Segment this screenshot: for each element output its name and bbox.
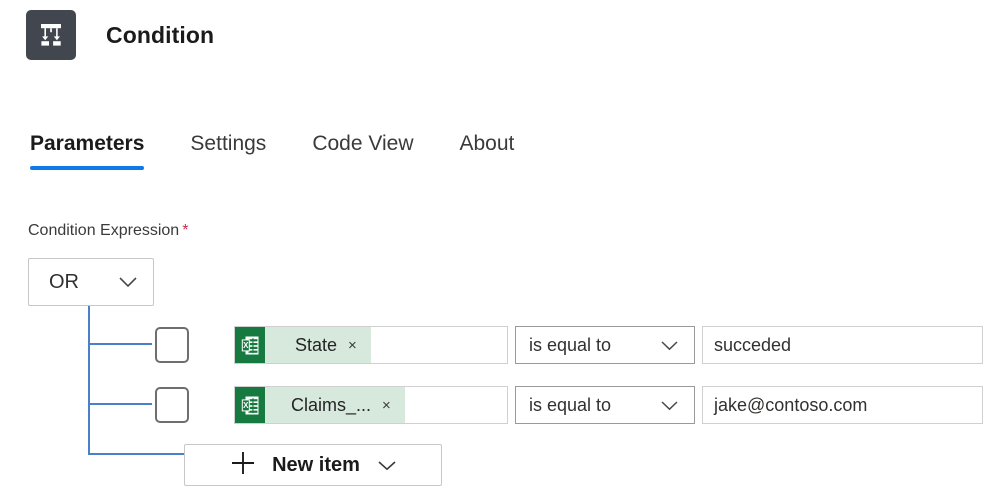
excel-icon: X bbox=[235, 387, 265, 423]
group-operator-select[interactable]: OR bbox=[28, 258, 154, 306]
token-chip[interactable]: X Claims_... × bbox=[235, 387, 405, 423]
condition-icon bbox=[26, 10, 76, 60]
chevron-down-icon[interactable] bbox=[378, 460, 396, 471]
new-item-button[interactable]: New item bbox=[184, 444, 442, 486]
value-input[interactable]: jake@contoso.com bbox=[702, 386, 983, 424]
token-label: State bbox=[295, 335, 337, 356]
tab-about[interactable]: About bbox=[460, 132, 515, 170]
group-operator-value: OR bbox=[49, 271, 79, 294]
value-text: jake@contoso.com bbox=[714, 395, 867, 416]
left-operand-field[interactable]: X State × bbox=[234, 326, 508, 364]
panel-header: Condition bbox=[26, 10, 214, 60]
chevron-down-icon bbox=[661, 400, 678, 411]
value-input[interactable]: succeded bbox=[702, 326, 983, 364]
close-icon[interactable]: × bbox=[382, 398, 391, 413]
operator-select[interactable]: is equal to bbox=[515, 326, 695, 364]
token-chip[interactable]: X State × bbox=[235, 327, 371, 363]
row-checkbox[interactable] bbox=[155, 387, 189, 423]
token-label: Claims_... bbox=[291, 395, 371, 416]
required-asterisk: * bbox=[182, 222, 188, 239]
page-title: Condition bbox=[106, 22, 214, 49]
excel-icon: X bbox=[235, 327, 265, 363]
condition-builder: OR X bbox=[0, 258, 994, 500]
tab-bar: Parameters Settings Code View About bbox=[30, 132, 514, 170]
new-item-label: New item bbox=[272, 454, 360, 477]
chevron-down-icon bbox=[119, 276, 137, 288]
tab-code-view[interactable]: Code View bbox=[312, 132, 413, 170]
operator-select[interactable]: is equal to bbox=[515, 386, 695, 424]
left-operand-field[interactable]: X Claims_... × bbox=[234, 386, 508, 424]
tab-settings[interactable]: Settings bbox=[190, 132, 266, 170]
svg-text:X: X bbox=[243, 401, 249, 410]
operator-value: is equal to bbox=[529, 395, 611, 416]
tab-parameters[interactable]: Parameters bbox=[30, 132, 144, 170]
chevron-down-icon bbox=[661, 340, 678, 351]
condition-expression-label-text: Condition Expression bbox=[28, 222, 179, 239]
operator-value: is equal to bbox=[529, 335, 611, 356]
row-checkbox[interactable] bbox=[155, 327, 189, 363]
condition-expression-label: Condition Expression* bbox=[28, 222, 188, 240]
close-icon[interactable]: × bbox=[348, 338, 357, 353]
plus-icon bbox=[230, 450, 256, 481]
value-text: succeded bbox=[714, 335, 791, 356]
svg-text:X: X bbox=[243, 341, 249, 350]
